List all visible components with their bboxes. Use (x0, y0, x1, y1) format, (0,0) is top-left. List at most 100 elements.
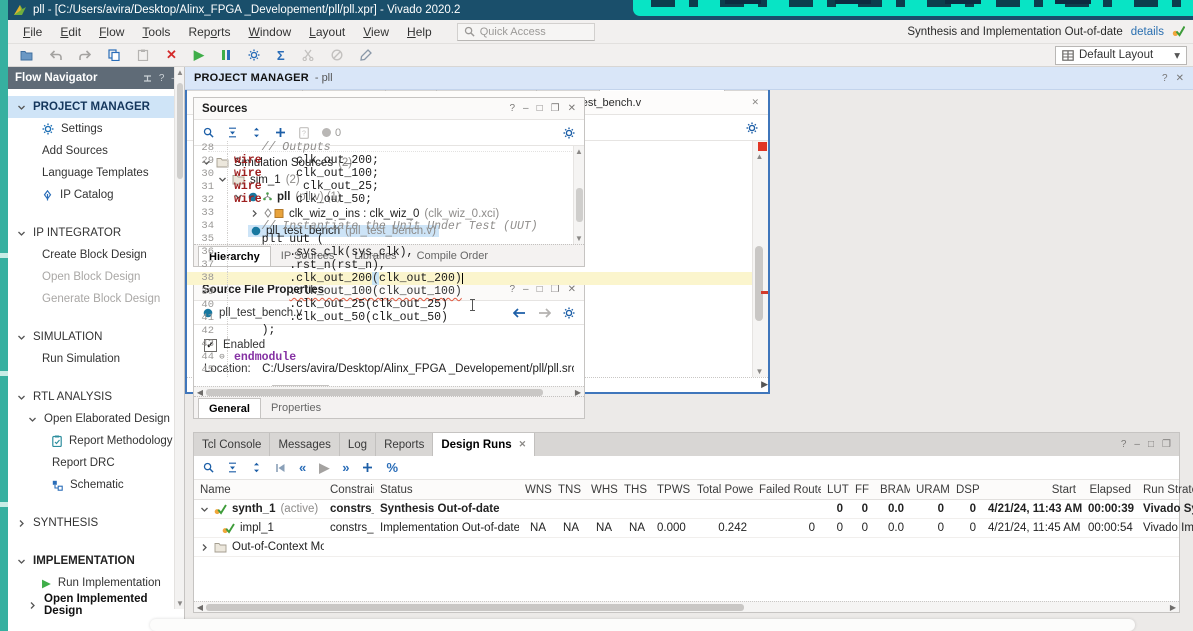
step-icon[interactable] (221, 49, 231, 61)
code-line-35[interactable]: 35 pll uut ( (187, 233, 752, 246)
code-line-28[interactable]: 28 // Outputs (187, 141, 752, 154)
bottom-tab-design-runs[interactable]: Design Runs✕ (433, 433, 535, 456)
menu-edit[interactable]: Edit (51, 25, 90, 39)
flow-nav-section-ip-integrator[interactable]: IP INTEGRATOR (8, 222, 184, 244)
column-header-constraints[interactable]: Constraints (324, 484, 374, 496)
menu-flow[interactable]: Flow (90, 25, 133, 39)
column-header-tpws[interactable]: TPWS (651, 484, 691, 496)
settings-icon[interactable] (248, 49, 260, 61)
collapse-all-icon[interactable] (251, 127, 262, 138)
minimize-icon[interactable]: ‒ (1134, 439, 1140, 450)
help-icon[interactable]: ? (159, 73, 165, 84)
go-first-icon[interactable] (275, 463, 286, 473)
code-line-45[interactable]: 45 (187, 364, 752, 377)
code-line-33[interactable]: 33 (187, 206, 752, 219)
column-header-run-strategy[interactable]: Run Strategy (1137, 484, 1193, 496)
code-line-29[interactable]: 29wire clk_out_200; (187, 154, 752, 167)
design-runs-hscrollbar[interactable]: ◀ ▶ (194, 601, 1179, 612)
table-row-out-of-context-module-runs[interactable]: Out-of-Context Module Runs (194, 538, 1179, 557)
column-header-elapsed[interactable]: Elapsed (1082, 484, 1137, 496)
quick-access-search[interactable]: Quick Access (457, 23, 595, 41)
column-header-start[interactable]: Start (982, 484, 1082, 496)
doc-question-icon[interactable]: ? (299, 127, 309, 139)
play-icon[interactable]: ▶ (319, 460, 329, 476)
undo-icon[interactable] (50, 50, 62, 61)
collapse-all-icon[interactable] (251, 462, 262, 473)
menu-window[interactable]: Window (239, 25, 300, 39)
code-line-38[interactable]: 38 .clk_out_200(clk_out_200) (187, 272, 752, 285)
menu-tools[interactable]: Tools (133, 25, 179, 39)
column-header-status[interactable]: Status (374, 484, 519, 496)
flow-navigator-scrollbar[interactable]: ▲ ▼ (174, 67, 184, 609)
table-row-impl-1[interactable]: impl_1constrs_1Implementation Out-of-dat… (194, 519, 1179, 538)
close-icon[interactable]: ✕ (519, 439, 527, 450)
pin-icon[interactable] (143, 73, 152, 84)
percent-icon[interactable]: % (386, 460, 398, 475)
properties-tab-general[interactable]: General (198, 398, 261, 418)
search-icon[interactable] (203, 462, 214, 473)
run-icon[interactable]: ▶ (194, 47, 204, 63)
close-icon[interactable]: ✕ (568, 103, 576, 114)
copy-icon[interactable] (108, 49, 120, 61)
column-header-wns[interactable]: WNS (519, 484, 552, 496)
search-icon[interactable] (203, 127, 214, 138)
bottom-tab-reports[interactable]: Reports (376, 433, 433, 456)
flow-nav-section-synthesis[interactable]: SYNTHESIS (8, 512, 184, 534)
add-sources-icon[interactable] (275, 127, 286, 138)
highlighter-icon[interactable] (360, 49, 372, 61)
float-icon[interactable]: ❐ (551, 103, 560, 114)
column-header-name[interactable]: Name (194, 484, 324, 496)
details-link[interactable]: details (1131, 26, 1164, 38)
code-area[interactable]: 28 // Outputs29wire clk_out_200;30wire c… (187, 141, 752, 377)
create-run-icon[interactable] (362, 462, 373, 473)
flow-nav-item-language-templates[interactable]: Language Templates (8, 162, 184, 184)
editor-vscrollbar[interactable]: ▲ ▼ (752, 141, 768, 377)
fold-icon[interactable]: ⊖ (217, 352, 227, 362)
disabled-icon[interactable] (331, 49, 343, 61)
bottom-tab-tcl-console[interactable]: Tcl Console (194, 433, 270, 456)
expand-all-icon[interactable] (227, 127, 238, 138)
menu-file[interactable]: File (14, 25, 51, 39)
menu-reports[interactable]: Reports (179, 25, 239, 39)
bottom-tab-messages[interactable]: Messages (270, 433, 339, 456)
gear-icon[interactable] (746, 122, 758, 134)
float-icon[interactable]: ❐ (1162, 439, 1171, 450)
code-line-31[interactable]: 31wire clk_out_25; (187, 180, 752, 193)
flow-nav-item-run-implementation[interactable]: ▶Run Implementation (8, 572, 184, 594)
flow-nav-section-simulation[interactable]: SIMULATION (8, 326, 184, 348)
column-header-ff[interactable]: FF (849, 484, 874, 496)
flow-nav-item-report-drc[interactable]: Report DRC (8, 452, 184, 474)
menu-view[interactable]: View (354, 25, 398, 39)
scroll-up-icon[interactable]: ▲ (176, 68, 184, 77)
flow-nav-item-open-implemented-design[interactable]: Open Implemented Design (8, 594, 184, 616)
flow-nav-item-open-elaborated-design[interactable]: Open Elaborated Design (8, 408, 184, 430)
column-header-lut[interactable]: LUT (821, 484, 849, 496)
code-line-30[interactable]: 30wire clk_out_100; (187, 167, 752, 180)
flow-nav-section-project-manager[interactable]: PROJECT MANAGER (8, 96, 184, 118)
paste-icon[interactable] (137, 49, 149, 61)
open-project-icon[interactable] (20, 50, 33, 61)
bottom-tab-log[interactable]: Log (340, 433, 376, 456)
scroll-down-icon[interactable]: ▼ (176, 599, 184, 608)
flow-nav-item-settings[interactable]: Settings (8, 118, 184, 140)
flow-nav-item-run-simulation[interactable]: Run Simulation (8, 348, 184, 370)
column-header-total-power[interactable]: Total Power (691, 484, 753, 496)
menu-layout[interactable]: Layout (300, 25, 354, 39)
table-row-synth-1[interactable]: synth_1(active)constrs_1Synthesis Out-of… (194, 500, 1179, 519)
rewind-icon[interactable]: « (299, 460, 306, 475)
code-line-42[interactable]: 42 ); (187, 324, 752, 337)
chevron-down-icon[interactable] (200, 505, 209, 514)
help-icon[interactable]: ? (1121, 439, 1127, 450)
redo-icon[interactable] (79, 50, 91, 61)
delete-icon[interactable]: ✕ (166, 47, 177, 63)
column-header-tns[interactable]: TNS (552, 484, 585, 496)
chevron-right-icon[interactable] (200, 543, 209, 552)
column-header-bram[interactable]: BRAM (874, 484, 910, 496)
help-icon[interactable]: ? (1162, 73, 1168, 84)
column-header-failed-routes[interactable]: Failed Routes (753, 484, 821, 496)
maximize-icon[interactable]: □ (1148, 439, 1154, 450)
layout-selector[interactable]: Default Layout▾ (1055, 46, 1187, 65)
properties-tab-properties[interactable]: Properties (261, 398, 331, 418)
flow-nav-item-add-sources[interactable]: Add Sources (8, 140, 184, 162)
code-line-34[interactable]: 34 // Instantiate the Unit Under Test (U… (187, 220, 752, 233)
